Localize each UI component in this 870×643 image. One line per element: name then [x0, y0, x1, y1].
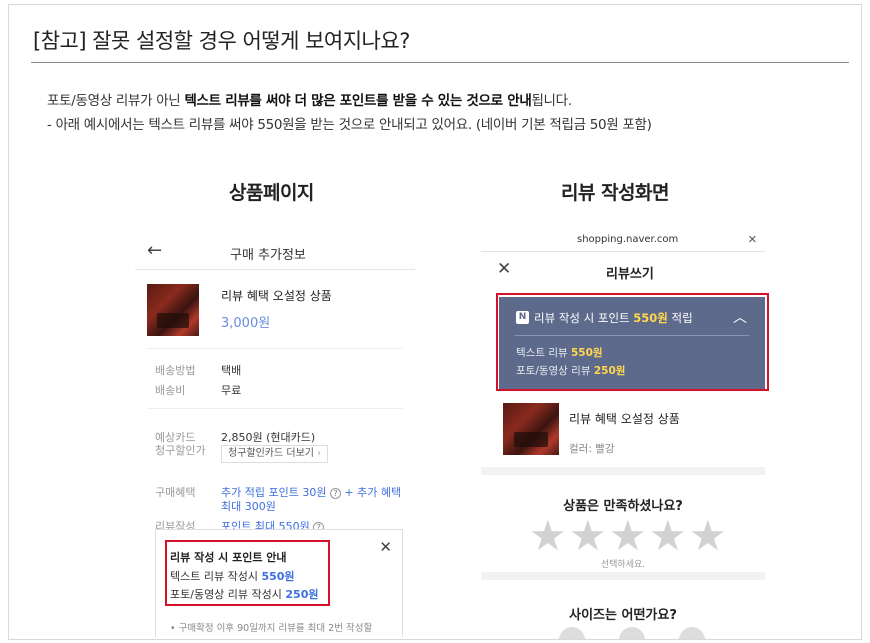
url-divider	[481, 251, 765, 252]
header-title: 구매 추가정보	[230, 248, 306, 263]
size-option-icon[interactable]	[619, 627, 645, 639]
section-divider	[481, 572, 765, 580]
product-page-mockup: ← 구매 추가정보 리뷰 혜택 오설정 상품 3,000원 배송방법 택배 배송…	[135, 232, 415, 637]
card-discount-button[interactable]: 청구할인카드 더보기 ›	[221, 445, 329, 463]
star-icon[interactable]: ★	[529, 515, 567, 557]
review-write-mockup: shopping.naver.com ✕ ✕ 리뷰쓰기 N 리뷰 작성 시 포인…	[481, 229, 769, 639]
star-rating[interactable]: ★ ★ ★ ★ ★	[529, 515, 729, 559]
benefit-label: 구매혜택	[155, 486, 196, 499]
shipping-fee-label: 배송비	[155, 384, 186, 397]
product-price: 3,000원	[221, 316, 271, 331]
description-line-1: 포토/동영상 리뷰가 아닌 텍스트 리뷰를 써야 더 많은 포인트를 받을 수 …	[47, 89, 572, 109]
benefit-plus: +	[344, 486, 354, 499]
star-hint: 선택하세요.	[600, 560, 646, 570]
star-icon[interactable]: ★	[569, 515, 607, 557]
card-discount-value: 2,850원 (현대카드)	[221, 431, 316, 444]
product-option: 컬러: 빨강	[569, 443, 615, 455]
star-icon[interactable]: ★	[609, 515, 647, 557]
size-option-icon[interactable]	[559, 627, 585, 639]
close-icon[interactable]: ✕	[748, 233, 757, 246]
section-divider	[481, 467, 765, 475]
desc-text: 포토/동영상 리뷰가 아닌	[47, 93, 185, 109]
review-screen-heading: 리뷰 작성화면	[561, 182, 670, 204]
section-divider	[147, 408, 403, 409]
star-icon[interactable]: ★	[689, 515, 727, 557]
desc-text-end: 됩니다.	[531, 93, 572, 109]
shipping-method-label: 배송방법	[155, 364, 196, 377]
size-question: 사이즈는 어떤가요?	[569, 608, 677, 623]
product-name: 리뷰 혜택 오설정 상품	[569, 412, 680, 426]
close-icon[interactable]: ✕	[379, 538, 392, 556]
close-icon[interactable]: ✕	[497, 259, 511, 279]
product-page-heading: 상품페이지	[229, 182, 314, 204]
highlight-box	[165, 540, 330, 606]
description-line-2: - 아래 예시에서는 텍스트 리뷰를 써야 550원을 받는 것으로 안내되고 …	[47, 117, 652, 133]
header-divider	[135, 269, 415, 270]
chevron-right-icon: ›	[317, 448, 322, 459]
help-icon[interactable]: ?	[329, 487, 341, 499]
benefit-max: 최대 300원	[221, 500, 276, 513]
product-thumbnail	[147, 284, 199, 336]
browser-url-bar: shopping.naver.com ✕	[481, 229, 765, 251]
shipping-method-value: 택배	[221, 364, 242, 377]
section-divider	[147, 348, 403, 349]
back-arrow-icon[interactable]: ←	[147, 240, 162, 261]
page-title: [참고] 잘못 설정할 경우 어떻게 보여지나요?	[33, 29, 410, 53]
product-name: 리뷰 혜택 오설정 상품	[221, 289, 332, 303]
title-divider	[31, 62, 849, 63]
popup-note: • 구매확정 이후 90일까지 리뷰를 최대 2번 작성할	[170, 623, 373, 634]
card-label-2: 청구할인가	[155, 444, 206, 457]
guide-card: [참고] 잘못 설정할 경우 어떻게 보여지나요? 포토/동영상 리뷰가 아닌 …	[8, 4, 862, 640]
shipping-fee-value: 무료	[221, 384, 242, 397]
url-text: shopping.naver.com	[577, 234, 679, 245]
size-option-icon[interactable]	[679, 627, 705, 639]
benefit-extra: 추가 혜택	[357, 486, 402, 499]
highlight-box	[496, 293, 769, 391]
product-thumbnail	[503, 403, 559, 455]
card-discount-button-label: 청구할인카드 더보기	[228, 448, 314, 459]
desc-bold-text: 텍스트 리뷰를 써야 더 많은 포인트를 받을 수 있는 것으로 안내	[184, 93, 532, 109]
header-title: 리뷰쓰기	[606, 267, 654, 282]
star-icon[interactable]: ★	[649, 515, 687, 557]
